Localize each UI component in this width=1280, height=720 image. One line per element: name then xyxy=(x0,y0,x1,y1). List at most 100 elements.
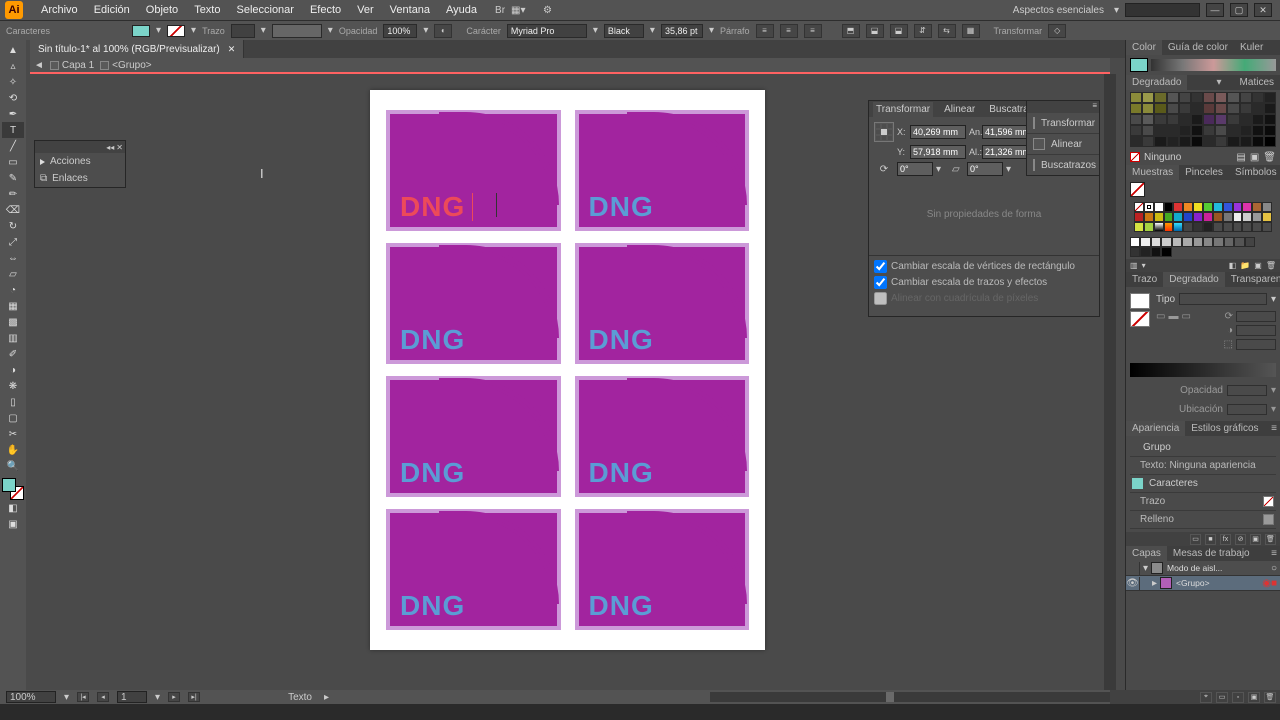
clear-icon[interactable]: ⊘ xyxy=(1235,534,1246,545)
tile-2[interactable]: DNG xyxy=(575,110,750,231)
fill-swatch-icon[interactable] xyxy=(1263,514,1274,525)
stroke-none-icon[interactable] xyxy=(1263,496,1274,507)
tile-7[interactable]: DNG xyxy=(386,509,561,630)
screen-mode-icon[interactable]: ▣ xyxy=(2,516,24,532)
make-clip-icon[interactable]: ▭ xyxy=(1216,692,1228,703)
distribute-v-icon[interactable]: ⇆ xyxy=(938,24,956,38)
actions-row[interactable]: Acciones xyxy=(35,153,125,170)
next-artboard-icon[interactable]: ▸ xyxy=(168,692,180,702)
close-icon[interactable]: ✕ xyxy=(116,143,123,152)
zoom-field[interactable]: 100% xyxy=(6,691,56,703)
tab-symbols[interactable]: Símbolos xyxy=(1229,165,1280,180)
paragraph-label[interactable]: Párrafo xyxy=(720,26,750,36)
menu-ayuda[interactable]: Ayuda xyxy=(438,4,485,16)
gpu-icon[interactable]: ⚙ xyxy=(543,5,552,16)
check-pixelgrid[interactable]: Alinear con cuadrícula de píxeles xyxy=(874,292,1094,305)
path-layer[interactable]: Capa 1 xyxy=(50,60,94,71)
mesh-tool[interactable]: ▩ xyxy=(2,314,24,330)
chevron-down-icon[interactable]: ▾ xyxy=(191,25,196,36)
tab-trazo[interactable]: Trazo xyxy=(1126,272,1163,287)
path-group[interactable]: <Grupo> xyxy=(100,60,151,71)
gradient-stroke-icon2[interactable]: ▬ xyxy=(1168,311,1178,322)
collapse-icon[interactable]: ◂◂ xyxy=(106,143,114,152)
align-center-icon[interactable]: ≡ xyxy=(780,24,798,38)
chevron-down-icon[interactable]: ▾ xyxy=(64,692,69,703)
valign-bot-icon[interactable]: ⬓ xyxy=(890,24,908,38)
chevron-down-icon[interactable]: ▾ xyxy=(1271,404,1276,415)
tab-gradaciones[interactable]: Degradado xyxy=(1126,75,1187,90)
stub-pathfinder[interactable]: Buscatrazos xyxy=(1027,155,1099,175)
appearance-group[interactable]: Grupo xyxy=(1130,439,1276,457)
width-tool[interactable]: ⇔ xyxy=(2,250,24,266)
stub-align[interactable]: Alinear xyxy=(1027,134,1099,155)
chevron-down-icon[interactable]: ▾ xyxy=(593,25,598,36)
shape-builder-tool[interactable]: ◔ xyxy=(2,282,24,298)
gradient-type-field[interactable] xyxy=(1179,293,1267,305)
graph-tool[interactable]: ▯ xyxy=(2,394,24,410)
rotate-tool[interactable]: ↻ xyxy=(2,218,24,234)
tile-5[interactable]: DNG xyxy=(386,376,561,497)
visibility-icon[interactable] xyxy=(1126,562,1140,575)
transform-panel-icon[interactable]: ◇ xyxy=(1048,24,1066,38)
gradient-preview[interactable] xyxy=(1130,293,1150,309)
chevron-down-icon[interactable]: ▾ xyxy=(328,25,333,36)
fx-icon[interactable]: fx xyxy=(1220,534,1231,545)
reference-point-icon[interactable] xyxy=(874,122,894,142)
stroke-weight[interactable] xyxy=(231,24,255,38)
artboard[interactable]: DNG DNG DNG DNG DNG DNG DNG DNG xyxy=(370,90,765,650)
line-tool[interactable]: ╱ xyxy=(2,138,24,154)
gradient-stroke-preview[interactable] xyxy=(1130,311,1150,327)
pen-tool[interactable]: ✒ xyxy=(2,106,24,122)
font-family-field[interactable]: Myriad Pro xyxy=(507,24,587,38)
x-field[interactable]: 40,269 mm xyxy=(910,125,966,139)
maximize-button[interactable]: ▢ xyxy=(1230,3,1248,17)
artboard-tool[interactable]: ▢ xyxy=(2,410,24,426)
menu-seleccionar[interactable]: Seleccionar xyxy=(228,4,301,16)
perspective-tool[interactable]: ▦ xyxy=(2,298,24,314)
distribute-h-icon[interactable]: ⇵ xyxy=(914,24,932,38)
chevron-down-icon[interactable]: ▾ xyxy=(423,25,428,36)
layer-row-iso[interactable]: ▾ Modo de aisl... ○ xyxy=(1126,561,1280,576)
align-right-icon[interactable]: ≡ xyxy=(804,24,822,38)
appearance-stroke[interactable]: Trazo xyxy=(1130,493,1276,511)
appearance-characters[interactable]: Caracteres xyxy=(1130,475,1276,493)
chevron-down-icon[interactable]: ▾ xyxy=(1114,5,1119,16)
stop-opacity-field[interactable] xyxy=(1227,385,1267,396)
rectangle-tool[interactable]: ▭ xyxy=(2,154,24,170)
tile-8[interactable]: DNG xyxy=(575,509,750,630)
font-style-field[interactable]: Black xyxy=(604,24,644,38)
brush-view-icon[interactable]: ▤ xyxy=(1236,152,1245,163)
appearance-text[interactable]: Texto: Ninguna apariencia xyxy=(1130,457,1276,475)
tab-alinear[interactable]: Alinear xyxy=(941,102,978,117)
scale-tool[interactable]: ⤢ xyxy=(2,234,24,250)
workspace-switcher[interactable]: Aspectos esenciales xyxy=(1009,5,1108,16)
char-panel-link[interactable]: Caracteres xyxy=(6,26,50,36)
close-tab-icon[interactable]: ✕ xyxy=(228,44,236,55)
horizontal-scrollbar[interactable] xyxy=(710,692,1110,702)
y-field[interactable]: 57,918 mm xyxy=(910,145,966,159)
tab-graphic-styles[interactable]: Estilos gráficos xyxy=(1185,421,1264,436)
panel-titlebar[interactable]: ◂◂✕ xyxy=(35,141,125,153)
symbol-sprayer-tool[interactable]: ❋ xyxy=(2,378,24,394)
tab-apariencia[interactable]: Apariencia xyxy=(1126,421,1185,436)
fill-color-icon[interactable] xyxy=(2,478,16,492)
panel-icon-stub[interactable]: ≡ Transformar Alinear Buscatrazos xyxy=(1026,100,1100,176)
menu-icon[interactable]: ≡ xyxy=(1271,423,1280,434)
selection-tool[interactable]: ▲ xyxy=(2,42,24,58)
menu-efecto[interactable]: Efecto xyxy=(302,4,349,16)
stroke-profile[interactable] xyxy=(272,24,322,38)
align-to-icon[interactable]: ▦ xyxy=(962,24,980,38)
drawing-mode-icon[interactable]: ◧ xyxy=(2,500,24,516)
tab-brushes[interactable]: Pinceles xyxy=(1179,165,1229,180)
valign-top-icon[interactable]: ⬒ xyxy=(842,24,860,38)
menu-texto[interactable]: Texto xyxy=(186,4,228,16)
angle-field[interactable] xyxy=(1236,311,1276,322)
menu-archivo[interactable]: Archivo xyxy=(33,4,86,16)
tab-capas[interactable]: Capas xyxy=(1126,546,1167,561)
target-icon[interactable]: ◉■ xyxy=(1262,578,1280,589)
eraser-tool[interactable]: ⌫ xyxy=(2,202,24,218)
valign-mid-icon[interactable]: ⬓ xyxy=(866,24,884,38)
new-brush-icon[interactable]: ▣ xyxy=(1250,152,1259,163)
gradient-stroke-icon3[interactable]: ▭ xyxy=(1181,311,1190,322)
gradient-slider[interactable] xyxy=(1130,363,1276,377)
